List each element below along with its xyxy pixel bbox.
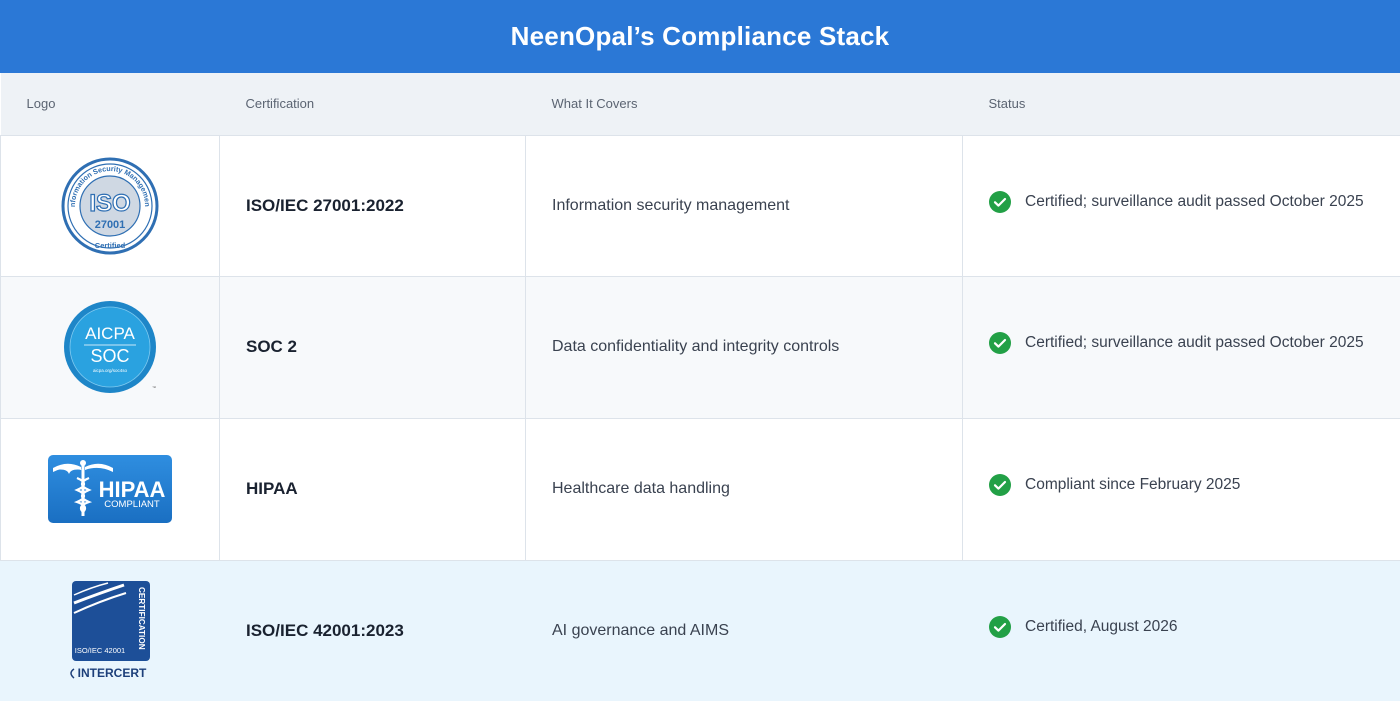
logo-cell: AICPA SOC aicpa.org/soc4so ™ <box>0 276 220 419</box>
certification-cell: HIPAA <box>219 418 526 561</box>
certification-name: ISO/IEC 42001:2023 <box>246 620 404 640</box>
status: Certified; surveillance audit passed Oct… <box>989 331 1400 354</box>
check-circle-icon <box>989 615 1011 638</box>
status-cell: Certified, August 2026 <box>963 560 1400 701</box>
covers-cell: AI governance and AIMS <box>525 560 963 701</box>
covers-text: Healthcare data handling <box>552 480 730 497</box>
status-text: Certified; surveillance audit passed Oct… <box>1025 192 1364 210</box>
covers-cell: Information security management <box>525 135 963 277</box>
compliance-table: Logo Certification What It Covers Status <box>0 73 1400 701</box>
covers-cell: Data confidentiality and integrity contr… <box>525 276 963 419</box>
page-title: NeenOpal’s Compliance Stack <box>510 21 890 51</box>
header-what-it-covers: What It Covers <box>525 73 963 136</box>
status: Certified; surveillance audit passed Oct… <box>989 190 1400 213</box>
page-banner: NeenOpal’s Compliance Stack <box>0 0 1400 73</box>
header-logo: Logo <box>0 73 220 136</box>
check-circle-icon <box>989 473 1011 496</box>
check-circle-icon <box>989 331 1011 354</box>
table-header-row: Logo Certification What It Covers Status <box>0 73 1400 136</box>
svg-text:Certified: Certified <box>95 241 126 250</box>
status: Certified, August 2026 <box>989 615 1400 638</box>
status-cell: Compliant since February 2025 <box>962 418 1400 561</box>
aicpa-soc-badge-icon: AICPA SOC aicpa.org/soc4so ™ <box>64 301 156 393</box>
covers-text: AI governance and AIMS <box>552 621 729 639</box>
svg-text:SOC: SOC <box>90 346 129 366</box>
svg-text:COMPLIANT: COMPLIANT <box>104 499 160 510</box>
logo-cell: HIPAA COMPLIANT <box>0 418 220 561</box>
svg-text:ISO: ISO <box>89 190 130 217</box>
covers-cell: Healthcare data handling <box>525 418 963 561</box>
table-row: AICPA SOC aicpa.org/soc4so ™ SOC 2 Data … <box>0 276 1400 419</box>
certification-name: HIPAA <box>246 479 298 498</box>
svg-text:INTERCERT: INTERCERT <box>78 666 147 680</box>
table-row: ISO/IEC 42001 CERTIFICATION INTERCERT IS… <box>0 560 1400 701</box>
certification-cell: SOC 2 <box>219 276 526 419</box>
covers-text: Data confidentiality and integrity contr… <box>552 338 840 355</box>
status-text: Compliant since February 2025 <box>1025 475 1241 493</box>
certification-cell: ISO/IEC 27001:2022 <box>219 135 526 277</box>
iso-27001-certified-badge-icon: Information Security Management ISO 2700… <box>61 157 159 254</box>
svg-text:AICPA: AICPA <box>85 324 135 343</box>
covers-text: Information security management <box>552 196 790 214</box>
status: Compliant since February 2025 <box>989 473 1400 496</box>
table-row: HIPAA COMPLIANT HIPAA Healthcare data ha… <box>0 418 1400 561</box>
header-certification: Certification <box>219 73 526 136</box>
svg-text:27001: 27001 <box>95 219 126 231</box>
certification-name: SOC 2 <box>246 337 298 356</box>
intercert-iso-42001-badge-icon: ISO/IEC 42001 CERTIFICATION INTERCERT <box>70 580 150 680</box>
status-text: Certified; surveillance audit passed Oct… <box>1025 333 1364 351</box>
table-row: Information Security Management ISO 2700… <box>0 135 1400 277</box>
certification-name: ISO/IEC 27001:2022 <box>246 195 404 215</box>
status-cell: Certified; surveillance audit passed Oct… <box>962 276 1400 419</box>
header-status: Status <box>962 73 1400 136</box>
logo-cell: ISO/IEC 42001 CERTIFICATION INTERCERT <box>0 560 220 701</box>
svg-text:™: ™ <box>152 385 156 390</box>
status-text: Certified, August 2026 <box>1025 617 1178 635</box>
logo-cell: Information Security Management ISO 2700… <box>0 135 220 277</box>
certification-cell: ISO/IEC 42001:2023 <box>219 560 526 701</box>
status-cell: Certified; surveillance audit passed Oct… <box>962 135 1400 277</box>
svg-text:CERTIFICATION: CERTIFICATION <box>137 587 146 650</box>
check-circle-icon <box>989 190 1011 213</box>
svg-text:ISO/IEC 42001: ISO/IEC 42001 <box>75 646 125 655</box>
hipaa-compliant-badge-icon: HIPAA COMPLIANT <box>48 455 172 523</box>
svg-text:aicpa.org/soc4so: aicpa.org/soc4so <box>93 368 128 373</box>
